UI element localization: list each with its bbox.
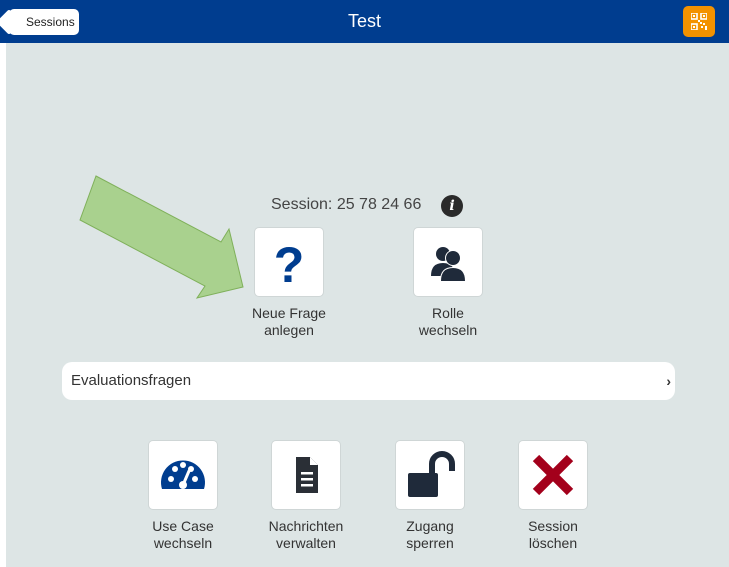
lock-access-button[interactable] — [396, 441, 464, 509]
svg-text:?: ? — [274, 237, 305, 293]
switch-use-case-button[interactable] — [149, 441, 217, 509]
dashboard-icon — [161, 460, 205, 489]
document-icon — [296, 457, 318, 493]
switch-role-button[interactable] — [414, 228, 482, 296]
evaluation-questions-row[interactable]: Evaluationsfragen › — [62, 362, 675, 400]
main-content — [6, 43, 729, 567]
chevron-right-icon: › — [666, 373, 671, 389]
switch-role-label: Rolle wechseln — [418, 305, 478, 338]
delete-session-label: Session löschen — [528, 518, 578, 551]
manage-messages-label: Nachrichten verwalten — [268, 518, 344, 551]
unlock-icon — [408, 451, 455, 497]
manage-messages-button[interactable] — [272, 441, 340, 509]
new-question-label: Neue Frage anlegen — [252, 305, 326, 338]
session-id-text: Session: 25 78 24 66 — [271, 196, 422, 213]
top-bar: Sessions Test — [0, 0, 729, 43]
qr-code-icon — [691, 13, 707, 30]
users-icon — [431, 247, 466, 281]
session-info-row: Session: 25 78 24 66 i — [0, 195, 729, 217]
qr-code-button[interactable] — [683, 6, 715, 37]
info-icon[interactable]: i — [441, 195, 463, 217]
delete-session-button[interactable] — [519, 441, 587, 509]
question-icon: ? — [274, 237, 305, 293]
lock-access-label: Zugang sperren — [406, 518, 454, 551]
evaluation-questions-label: Evaluationsfragen — [71, 372, 192, 389]
page-title: Test — [347, 11, 381, 31]
new-question-button[interactable]: ? — [255, 228, 323, 296]
switch-use-case-label: Use Case wechseln — [152, 518, 214, 551]
delete-x-icon — [532, 454, 574, 496]
